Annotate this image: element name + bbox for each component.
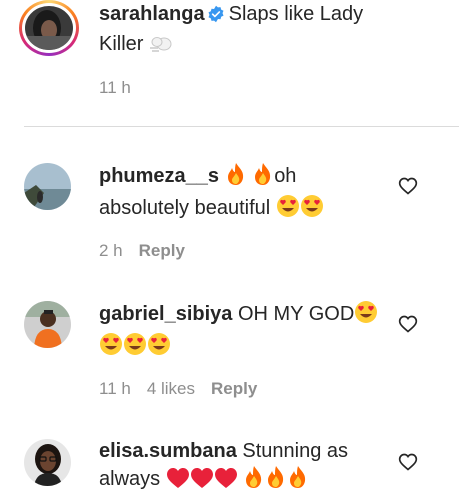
comment-meta: 11 h 4 likes Reply <box>99 379 273 399</box>
comment-text: OH MY GOD <box>237 303 355 325</box>
comment-time: 11 h <box>99 379 131 398</box>
fire-emoji <box>252 162 274 194</box>
comment-time: 2 h <box>99 241 123 260</box>
fire-emoji <box>287 465 309 497</box>
fire-emoji <box>243 465 265 497</box>
reply-button[interactable]: Reply <box>211 379 257 398</box>
dash-emoji <box>149 34 173 62</box>
story-ring[interactable] <box>19 0 79 56</box>
avatar[interactable] <box>25 6 73 50</box>
heart-eyes-emoji <box>300 194 324 226</box>
reply-button[interactable]: Reply <box>139 241 185 260</box>
red-heart-emoji <box>190 467 214 497</box>
heart-eyes-emoji <box>147 332 171 364</box>
divider <box>24 126 459 127</box>
heart-eyes-emoji <box>354 300 378 332</box>
comment-time: 11 h <box>99 78 131 97</box>
fire-emoji <box>225 162 247 194</box>
avatar[interactable] <box>24 301 71 348</box>
verified-badge-icon <box>207 4 225 31</box>
fire-emoji <box>265 465 287 497</box>
avatar[interactable] <box>24 163 71 210</box>
comment-meta: 2 h Reply <box>99 241 201 261</box>
heart-outline-icon[interactable] <box>398 452 418 472</box>
comment-meta: 11 h <box>99 78 147 98</box>
comment-likes[interactable]: 4 likes <box>147 379 195 398</box>
heart-outline-icon[interactable] <box>398 176 418 196</box>
comment-username[interactable]: sarahlanga <box>99 3 205 25</box>
comment-username[interactable]: phumeza__s <box>99 165 219 187</box>
heart-eyes-emoji <box>123 332 147 364</box>
red-heart-emoji <box>214 467 238 497</box>
avatar[interactable] <box>24 439 71 486</box>
heart-outline-icon[interactable] <box>398 314 418 334</box>
heart-eyes-emoji <box>276 194 300 226</box>
comment-username[interactable]: elisa.sumbana <box>99 440 237 462</box>
comment-username[interactable]: gabriel_sibiya <box>99 303 232 325</box>
heart-eyes-emoji <box>99 332 123 364</box>
red-heart-emoji <box>166 467 190 497</box>
